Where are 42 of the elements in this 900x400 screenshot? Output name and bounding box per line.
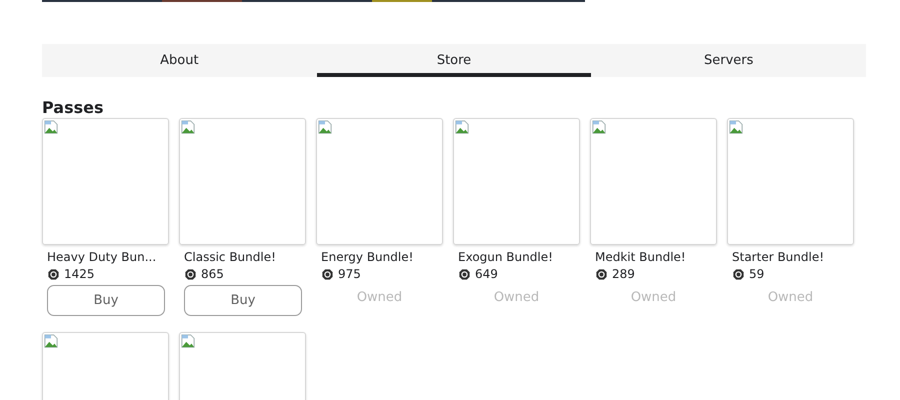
tab[interactable]: Servers bbox=[591, 44, 866, 77]
price-text: 1425 bbox=[64, 267, 95, 281]
price-text: 865 bbox=[201, 267, 224, 281]
pass-name[interactable]: Energy Bundle! bbox=[321, 250, 443, 264]
owned-label: Owned bbox=[356, 290, 404, 307]
broken-image-icon bbox=[44, 334, 58, 348]
pass-name[interactable]: Heavy Duty Bun... bbox=[47, 250, 169, 264]
broken-image-icon bbox=[729, 120, 743, 134]
thumbnail[interactable] bbox=[179, 118, 306, 245]
owned-label: Owned bbox=[630, 290, 678, 307]
pass-name[interactable]: Classic Bundle! bbox=[184, 250, 306, 264]
coin-icon bbox=[322, 268, 333, 280]
tab[interactable]: About bbox=[42, 44, 317, 77]
price-text: 289 bbox=[612, 267, 635, 281]
price-text: 975 bbox=[338, 267, 361, 281]
coin-icon bbox=[596, 268, 607, 280]
pass-name[interactable]: Medkit Bundle! bbox=[595, 250, 717, 264]
broken-image-icon bbox=[318, 120, 332, 134]
coin-icon bbox=[185, 268, 196, 280]
owned-label: Owned bbox=[492, 290, 540, 307]
buy-button[interactable]: Buy bbox=[184, 285, 302, 316]
price-text: 59 bbox=[749, 267, 764, 281]
broken-image-icon bbox=[44, 120, 58, 134]
coin-icon bbox=[459, 268, 470, 280]
broken-image-icon bbox=[181, 334, 195, 348]
coin-icon bbox=[48, 268, 59, 280]
broken-image-icon bbox=[455, 120, 469, 134]
buy-button[interactable]: Buy bbox=[47, 285, 165, 316]
broken-image-icon bbox=[181, 120, 195, 134]
thumbnail[interactable] bbox=[590, 118, 717, 245]
thumbnail[interactable] bbox=[42, 118, 169, 245]
thumbnail[interactable] bbox=[316, 118, 443, 245]
thumbnail[interactable] bbox=[727, 118, 854, 245]
coin-icon bbox=[733, 268, 744, 280]
price-text: 649 bbox=[475, 267, 498, 281]
thumbnail[interactable] bbox=[453, 118, 580, 245]
tab[interactable]: Store bbox=[316, 44, 592, 77]
pass-name[interactable]: Starter Bundle! bbox=[732, 250, 854, 264]
owned-label: Owned bbox=[766, 290, 814, 307]
broken-image-icon bbox=[592, 120, 606, 134]
section-heading: Passes bbox=[42, 98, 105, 118]
pass-name[interactable]: Exogun Bundle! bbox=[458, 250, 580, 264]
